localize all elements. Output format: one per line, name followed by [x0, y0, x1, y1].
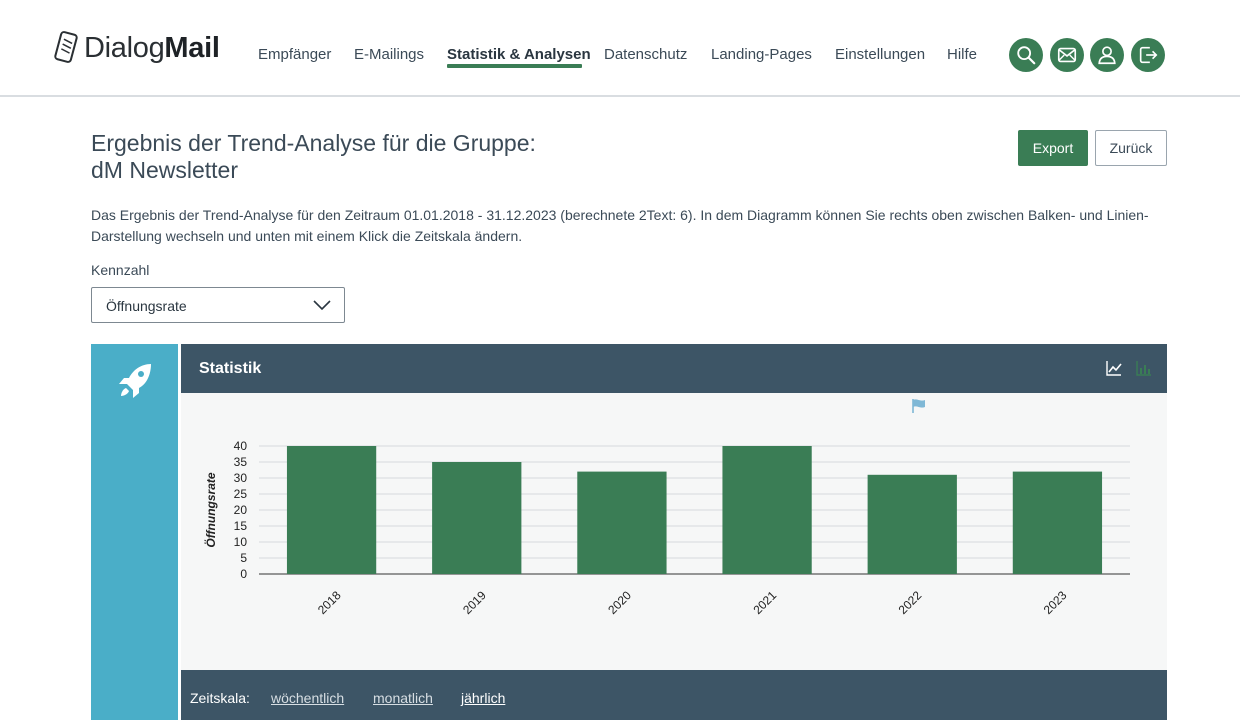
phone-logo-icon [54, 31, 78, 63]
x-tick-label: 2019 [460, 588, 489, 617]
line-chart-icon[interactable] [1106, 360, 1122, 376]
page-title-line2: dM Newsletter [91, 157, 238, 183]
widget-title: Statistik [199, 360, 262, 377]
bar-2023 [1012, 471, 1103, 574]
bar-2018 [286, 446, 377, 574]
logout-icon [1139, 46, 1158, 64]
top-header: DialogMail Empfänger E-Mailings Statisti… [0, 0, 1240, 97]
kennzahl-select-value: Öffnungsrate [106, 298, 187, 314]
bar-chart-icon[interactable] [1136, 360, 1152, 376]
y-tick-label: 10 [234, 535, 248, 549]
widget-header: Statistik [181, 344, 1167, 393]
x-tick-label: 2023 [1041, 588, 1070, 617]
nav-item-einstellungen[interactable]: Einstellungen [835, 46, 925, 63]
y-axis-label: Öffnungsrate [203, 472, 218, 547]
dialogmail-logo[interactable]: DialogMail [54, 30, 220, 66]
chevron-down-icon [313, 300, 331, 311]
zeitskala-woechentlich-link[interactable]: wöchentlich [271, 690, 344, 706]
logo-text-light: Dialog [84, 31, 165, 64]
nav-item-empfaenger[interactable]: Empfänger [258, 46, 331, 63]
search-button[interactable] [1009, 38, 1043, 72]
nav-item-datenschutz[interactable]: Datenschutz [604, 46, 687, 63]
y-tick-label: 30 [234, 471, 248, 485]
x-tick-label: 2018 [315, 588, 344, 617]
y-tick-label: 0 [240, 567, 247, 581]
bar-2020 [577, 471, 667, 574]
active-nav-underline [447, 64, 582, 68]
bar-2022 [867, 474, 957, 574]
mail-icon [1057, 47, 1077, 63]
x-tick-label: 2022 [896, 588, 925, 617]
y-tick-label: 25 [234, 487, 248, 501]
widget-side-strip [91, 344, 178, 720]
page-title: Ergebnis der Trend-Analyse für die Grupp… [91, 130, 536, 184]
bar-2021 [722, 446, 812, 574]
bar-2019 [432, 462, 522, 574]
export-button[interactable]: Export [1018, 130, 1088, 166]
widget-footer: Zeitskala: wöchentlich monatlich jährlic… [181, 670, 1167, 720]
user-icon [1098, 46, 1116, 65]
x-tick-label: 2021 [750, 588, 779, 617]
nav-item-hilfe[interactable]: Hilfe [947, 46, 977, 63]
back-button[interactable]: Zurück [1095, 130, 1167, 166]
statistik-widget: Statistik 0 5 10 15 20 25 30 35 40 2018 2019 2020 20… [181, 344, 1167, 720]
mail-button[interactable] [1050, 38, 1084, 72]
y-tick-label: 20 [234, 503, 248, 517]
logo-text-bold: Mail [164, 31, 220, 64]
y-tick-label: 40 [234, 439, 248, 453]
page-title-line1: Ergebnis der Trend-Analyse für die Grupp… [91, 130, 536, 156]
rocket-icon [119, 364, 151, 398]
logout-button[interactable] [1131, 38, 1165, 72]
search-icon [1017, 46, 1036, 65]
zeitskala-label: Zeitskala: [190, 690, 250, 706]
nav-item-statistik-analysen[interactable]: Statistik & Analysen [447, 46, 591, 63]
zeitskala-monatlich-link[interactable]: monatlich [373, 690, 433, 706]
nav-item-e-mailings[interactable]: E-Mailings [354, 46, 424, 63]
kennzahl-select[interactable]: Öffnungsrate [91, 287, 345, 323]
logo-text: DialogMail [84, 32, 220, 65]
zeitskala-jaehrlich-link[interactable]: jährlich [461, 690, 505, 706]
bar-chart: 0 5 10 15 20 25 30 35 40 2018 2019 2020 2021 2022 2023… [203, 439, 1130, 617]
y-tick-label: 5 [240, 551, 247, 565]
user-button[interactable] [1090, 38, 1124, 72]
y-tick-label: 15 [234, 519, 248, 533]
analysis-description: Das Ergebnis der Trend-Analyse für den Z… [91, 207, 1149, 244]
x-tick-label: 2020 [605, 588, 634, 617]
nav-item-landing-pages[interactable]: Landing-Pages [711, 46, 812, 63]
kennzahl-label: Kennzahl [91, 262, 150, 278]
y-tick-label: 35 [234, 455, 248, 469]
